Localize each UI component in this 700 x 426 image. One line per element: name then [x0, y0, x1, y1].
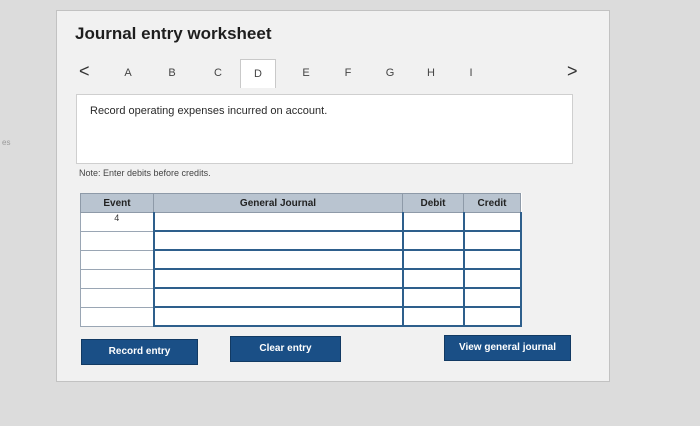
description-box: Record operating expenses incurred on ac… [76, 94, 573, 164]
tab-a[interactable]: A [117, 67, 139, 79]
debit-cell[interactable] [401, 212, 465, 232]
table-row [80, 306, 522, 327]
debit-cell[interactable] [401, 287, 465, 308]
debit-cell[interactable] [401, 249, 465, 270]
chevron-right-icon[interactable]: > [567, 61, 578, 82]
header-debit: Debit [402, 193, 464, 213]
credit-cell[interactable] [462, 287, 522, 308]
tab-bar: < A B C D E F G H I > [57, 59, 609, 89]
event-cell [80, 287, 155, 308]
tab-d[interactable]: D [240, 59, 276, 88]
tab-h[interactable]: H [420, 67, 442, 79]
tab-b[interactable]: B [161, 67, 183, 79]
tab-c[interactable]: C [207, 67, 229, 79]
side-clip-text: es [2, 138, 11, 147]
account-cell[interactable] [152, 268, 404, 289]
view-general-journal-button[interactable]: View general journal [444, 335, 571, 361]
credit-cell[interactable] [462, 268, 522, 289]
clear-entry-button[interactable]: Clear entry [230, 336, 341, 362]
tab-g[interactable]: G [379, 67, 401, 79]
account-cell[interactable] [152, 230, 404, 251]
header-general-journal: General Journal [153, 193, 403, 213]
credit-cell[interactable] [462, 249, 522, 270]
tab-e[interactable]: E [295, 67, 317, 79]
description-text: Record operating expenses incurred on ac… [90, 105, 328, 117]
table-row [80, 268, 522, 289]
event-cell [80, 306, 155, 327]
header-event: Event [80, 193, 154, 213]
debit-cell[interactable] [401, 306, 465, 327]
account-cell[interactable] [152, 306, 404, 327]
debit-cell[interactable] [401, 268, 465, 289]
event-cell [80, 230, 155, 251]
debit-cell[interactable] [401, 230, 465, 251]
table-row [80, 287, 522, 308]
worksheet-panel: Journal entry worksheet < A B C D E F G … [56, 10, 610, 382]
account-cell[interactable] [152, 249, 404, 270]
credit-cell[interactable] [462, 306, 522, 327]
table-row: 4 [80, 212, 522, 232]
event-cell: 4 [80, 212, 155, 232]
note-text: Note: Enter debits before credits. [79, 168, 211, 178]
account-cell[interactable] [152, 212, 404, 232]
tab-f[interactable]: F [337, 67, 359, 79]
table-row [80, 249, 522, 270]
journal-table: Event General Journal Debit Credit 4 [80, 193, 522, 327]
table-row [80, 230, 522, 251]
record-entry-button[interactable]: Record entry [81, 339, 198, 365]
event-cell [80, 249, 155, 270]
tab-i[interactable]: I [460, 67, 482, 79]
credit-cell[interactable] [462, 230, 522, 251]
credit-cell[interactable] [462, 212, 522, 232]
account-cell[interactable] [152, 287, 404, 308]
worksheet-title: Journal entry worksheet [75, 24, 272, 43]
header-credit: Credit [463, 193, 521, 213]
chevron-left-icon[interactable]: < [79, 61, 90, 82]
event-cell [80, 268, 155, 289]
